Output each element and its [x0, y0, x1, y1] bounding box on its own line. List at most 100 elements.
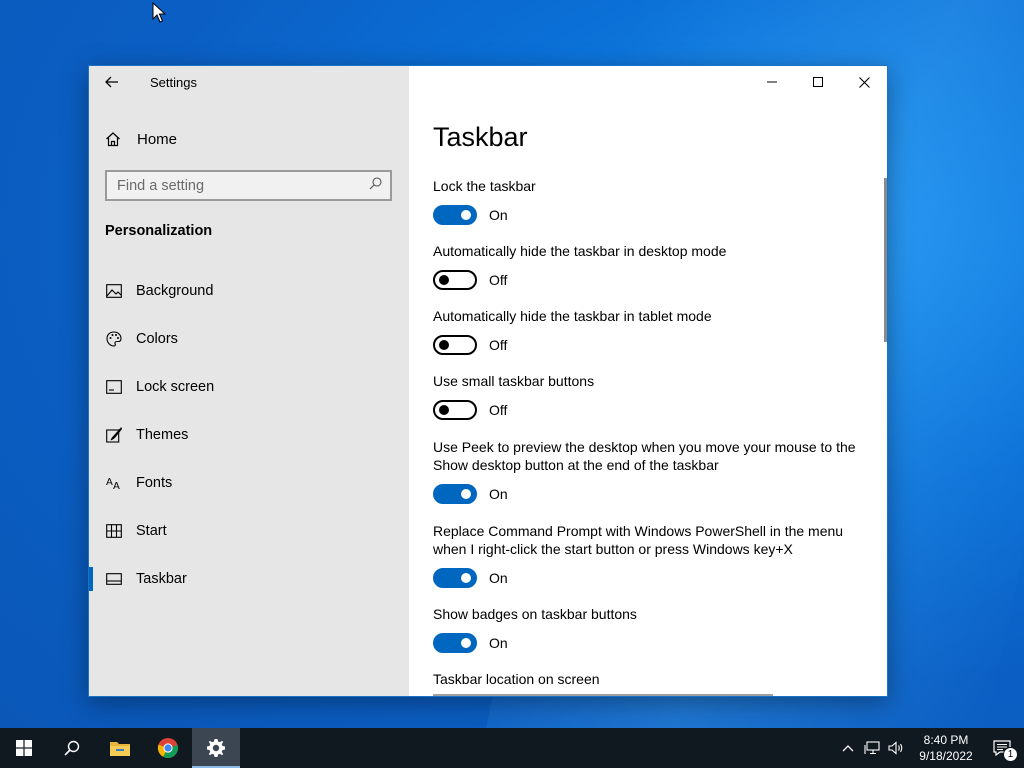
setting-autohide-tablet: Automatically hide the taskbar in tablet…	[433, 307, 873, 355]
show-hidden-icons-button[interactable]	[836, 728, 860, 768]
setting-peek: Use Peek to preview the desktop when you…	[433, 438, 863, 504]
image-icon	[89, 284, 136, 298]
chrome-button[interactable]	[144, 728, 192, 768]
setting-label: Use small taskbar buttons	[433, 373, 595, 389]
search-input[interactable]	[117, 177, 347, 194]
setting-label: Taskbar location on screen	[433, 671, 600, 687]
toggle-state-label: On	[489, 635, 508, 651]
network-button[interactable]	[860, 728, 884, 768]
vertical-scrollbar[interactable]	[884, 178, 887, 342]
toggle-knob	[461, 489, 471, 499]
peek-toggle[interactable]	[433, 484, 477, 504]
setting-label: Replace Command Prompt with Windows Powe…	[433, 523, 844, 557]
toggle-knob	[461, 638, 471, 648]
volume-button[interactable]	[884, 728, 908, 768]
notification-count-badge: 1	[1003, 747, 1018, 762]
toggle-knob	[439, 405, 449, 415]
section-heading: Personalization	[105, 223, 213, 239]
autohide-desktop-toggle[interactable]	[433, 270, 477, 290]
sidebar-item-start[interactable]: Start	[89, 507, 409, 555]
sidebar-item-colors[interactable]: Colors	[89, 315, 409, 363]
file-explorer-button[interactable]	[96, 728, 144, 768]
sidebar-item-taskbar[interactable]: Taskbar	[89, 555, 409, 603]
toggle-state-label: On	[489, 207, 508, 223]
sidebar-item-label: Fonts	[136, 475, 173, 491]
clock-time: 8:40 PM	[923, 733, 969, 747]
lock-taskbar-toggle[interactable]	[433, 205, 477, 225]
toggle-knob	[439, 340, 449, 350]
sidebar: Settings Home Personalization	[89, 66, 409, 696]
back-button[interactable]	[89, 66, 135, 98]
back-arrow-icon	[105, 76, 118, 88]
setting-label: Show badges on taskbar buttons	[433, 606, 637, 622]
setting-label: Use Peek to preview the desktop when you…	[433, 439, 856, 473]
themes-brush-icon	[89, 427, 136, 443]
taskbar-location-dropdown[interactable]	[433, 694, 773, 696]
setting-location: Taskbar location on screen	[433, 670, 873, 688]
file-explorer-icon	[110, 742, 130, 756]
setting-label: Automatically hide the taskbar in tablet…	[433, 308, 712, 324]
settings-taskbar-button[interactable]	[192, 728, 240, 768]
close-icon	[858, 76, 870, 88]
start-button[interactable]	[0, 728, 48, 768]
toggle-knob	[461, 573, 471, 583]
badges-toggle[interactable]	[433, 633, 477, 653]
start-windows-icon	[16, 740, 32, 756]
search-box[interactable]	[105, 170, 392, 201]
close-button[interactable]	[841, 66, 887, 98]
start-layout-icon	[89, 524, 136, 538]
sidebar-item-fonts[interactable]: A A Fonts	[89, 459, 409, 507]
lock-screen-icon	[89, 380, 136, 394]
sidebar-item-label: Taskbar	[136, 571, 187, 587]
sidebar-item-label: Background	[136, 283, 214, 299]
setting-powershell: Replace Command Prompt with Windows Powe…	[433, 522, 863, 588]
system-tray: 8:40 PM 9/18/2022 1	[836, 728, 1024, 768]
taskbar-icon	[89, 573, 136, 585]
settings-window: Settings Home Personalization	[88, 65, 888, 697]
minimize-button[interactable]	[749, 66, 795, 98]
chevron-up-icon	[842, 745, 854, 752]
taskbar: 8:40 PM 9/18/2022 1	[0, 728, 1024, 768]
home-link[interactable]: Home	[89, 122, 409, 156]
sidebar-item-background[interactable]: Background	[89, 267, 409, 315]
powershell-toggle[interactable]	[433, 568, 477, 588]
toggle-state-label: Off	[489, 402, 508, 418]
autohide-tablet-toggle[interactable]	[433, 335, 477, 355]
window-title: Settings	[150, 74, 197, 90]
sidebar-item-lock-screen[interactable]: Lock screen	[89, 363, 409, 411]
svg-text:A: A	[106, 477, 113, 488]
sidebar-item-label: Lock screen	[136, 379, 215, 395]
setting-label: Lock the taskbar	[433, 178, 536, 194]
toggle-state-label: On	[489, 570, 508, 586]
minimize-icon	[767, 81, 777, 83]
maximize-icon	[813, 77, 823, 87]
sidebar-nav: Background Colors Lock screen Themes A A…	[89, 267, 409, 603]
mouse-cursor-icon	[152, 2, 166, 23]
toggle-state-label: Off	[489, 272, 508, 288]
setting-autohide-desktop: Automatically hide the taskbar in deskto…	[433, 242, 873, 290]
sidebar-item-themes[interactable]: Themes	[89, 411, 409, 459]
settings-gear-icon	[207, 739, 225, 757]
sidebar-item-label: Colors	[136, 331, 178, 347]
setting-lock-taskbar: Lock the taskbar On	[433, 177, 873, 225]
taskbar-search-button[interactable]	[48, 728, 96, 768]
home-icon	[90, 131, 136, 147]
action-center-button[interactable]: 1	[980, 728, 1024, 768]
small-buttons-toggle[interactable]	[433, 400, 477, 420]
setting-label: Automatically hide the taskbar in deskto…	[433, 243, 727, 259]
setting-small-buttons: Use small taskbar buttons Off	[433, 372, 873, 420]
palette-icon	[89, 331, 136, 347]
clock-date: 9/18/2022	[919, 749, 973, 763]
page-title: Taskbar	[433, 122, 528, 152]
home-label: Home	[137, 130, 178, 148]
search-icon[interactable]	[369, 176, 382, 195]
window-controls	[749, 66, 887, 98]
svg-text:A: A	[113, 481, 120, 490]
sidebar-item-label: Start	[136, 523, 167, 539]
search-icon	[64, 740, 80, 756]
toggle-state-label: On	[489, 486, 508, 502]
clock[interactable]: 8:40 PM 9/18/2022	[912, 728, 980, 768]
maximize-button[interactable]	[795, 66, 841, 98]
sidebar-item-label: Themes	[136, 427, 189, 443]
toggle-knob	[461, 210, 471, 220]
